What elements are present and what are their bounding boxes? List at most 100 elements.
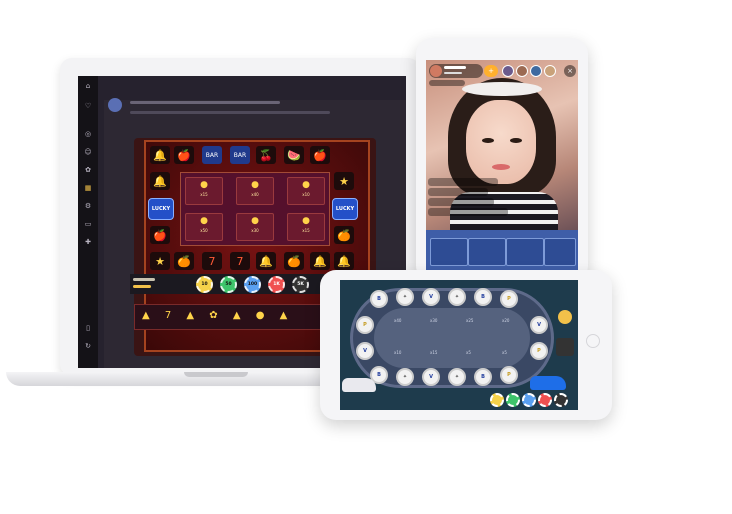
sidebar-item-monitor[interactable]: ▭	[78, 220, 98, 228]
sidebar-item-download[interactable]: ▯	[78, 324, 98, 332]
bell-icon: 🔔	[310, 252, 330, 270]
chip[interactable]	[554, 393, 568, 407]
car-logo-icon: B	[474, 288, 492, 306]
host-id	[444, 72, 462, 74]
bet-tile[interactable]	[506, 238, 544, 266]
balance-value	[133, 285, 151, 288]
sidebar-item-gamepad[interactable]: ✚	[78, 238, 98, 246]
chip[interactable]	[490, 393, 504, 407]
follow-button[interactable]: +	[484, 65, 498, 77]
car-logo-icon: P	[356, 316, 374, 334]
sidebar-item-refresh[interactable]: ↻	[78, 342, 98, 350]
chip-5k[interactable]: 5K	[292, 276, 309, 293]
sidebar-item-games[interactable]: ▦	[78, 184, 98, 192]
refresh-icon: ↻	[85, 342, 91, 350]
car-logo-icon: P	[500, 290, 518, 308]
balance-label	[133, 278, 155, 281]
chat-message	[428, 198, 494, 206]
person-icon: ☺	[84, 148, 92, 156]
car-logo-icon: ✦	[396, 288, 414, 306]
sidebar-item-favorite[interactable]: ♡	[78, 102, 98, 110]
watermelon-icon: 🍉	[284, 146, 304, 164]
bell-icon: 🔔	[334, 252, 354, 270]
home-button[interactable]	[586, 334, 600, 348]
chip-100[interactable]: 100	[244, 276, 261, 293]
bet-tile[interactable]	[430, 238, 468, 266]
bet-multiplier: x20	[502, 318, 510, 323]
settings-icon: ⚙	[84, 202, 92, 210]
bet-cell[interactable]: ● x15	[185, 177, 223, 205]
sidebar-item-gift[interactable]: ✿	[78, 166, 98, 174]
bar-icon: BAR	[230, 146, 250, 164]
sidebar-item-home[interactable]: ⌂	[78, 82, 98, 90]
monitor-icon: ▭	[84, 220, 92, 228]
avatar[interactable]	[108, 98, 122, 112]
chat-message	[428, 208, 508, 216]
bet-cell[interactable]: ● x10	[287, 177, 325, 205]
car-logo-icon: ✦	[448, 288, 466, 306]
bet-tile[interactable]	[544, 238, 576, 266]
chip-50[interactable]: 50	[220, 276, 237, 293]
sidebar-item-explore[interactable]: ◎	[78, 130, 98, 138]
laptop-notch	[184, 372, 248, 377]
viewer-avatar[interactable]	[544, 65, 556, 77]
car-logo-icon: B	[370, 290, 388, 308]
seven-icon: 7	[230, 252, 250, 270]
car-logo-icon: B	[474, 368, 492, 386]
car-logo-icon: P	[530, 342, 548, 360]
sidebar-item-profile[interactable]: ☺	[78, 148, 98, 156]
sports-car-white	[342, 378, 376, 392]
streamer-hairband	[462, 82, 542, 96]
chip[interactable]	[522, 393, 536, 407]
car-logo-icon: V	[422, 288, 440, 306]
coin-icon: ●	[302, 180, 310, 190]
viewer-avatar[interactable]	[516, 65, 528, 77]
coin-icon: ●	[200, 216, 208, 226]
bet-multiplier: x5	[502, 350, 507, 355]
bet-cell[interactable]: ● x40	[236, 177, 274, 205]
bet-multiplier: x15	[430, 350, 438, 355]
streamer-eye	[510, 138, 522, 143]
bet-multiplier: x30	[430, 318, 438, 323]
chip[interactable]	[538, 393, 552, 407]
sidebar-item-settings[interactable]: ⚙	[78, 202, 98, 210]
bet-cell[interactable]: ● x50	[185, 213, 223, 241]
bet-cell[interactable]: ● x30	[236, 213, 274, 241]
bet-cell[interactable]: ● x15	[287, 213, 325, 241]
bet-multiplier: x40	[394, 318, 402, 323]
bet-area	[374, 308, 530, 368]
bell-icon: 🔔	[150, 146, 170, 164]
sports-car-blue	[530, 376, 566, 390]
coin-icon: ●	[200, 180, 208, 190]
viewer-avatar[interactable]	[502, 65, 514, 77]
streamer-face	[466, 100, 536, 184]
compass-icon: ◎	[84, 130, 92, 138]
avatar[interactable]	[556, 338, 574, 356]
chip-10[interactable]: 10	[196, 276, 213, 293]
bar-icon: BAR	[202, 146, 222, 164]
coin-icon: ●	[251, 216, 259, 226]
star-icon: ★	[150, 252, 170, 270]
orange-icon: 🍊	[174, 252, 194, 270]
live-stream-screen: + ×	[426, 60, 578, 272]
streamer-lips	[492, 164, 510, 170]
apple-icon: 🍎	[310, 146, 330, 164]
chat-message	[428, 188, 488, 196]
home-icon: ⌂	[85, 82, 91, 90]
lucky-tile-left: LUCKY	[148, 198, 174, 220]
chip-1k[interactable]: 1K	[268, 276, 285, 293]
chat-message	[428, 178, 498, 186]
coin-balance	[429, 80, 465, 86]
chip[interactable]	[506, 393, 520, 407]
orange-icon: 🍊	[284, 252, 304, 270]
car-logo-icon: V	[530, 316, 548, 334]
close-icon[interactable]: ×	[564, 65, 576, 77]
viewer-avatar[interactable]	[530, 65, 542, 77]
bet-tile[interactable]	[468, 238, 506, 266]
lucky-tile-right: LUCKY	[332, 198, 358, 220]
coin-icon: ●	[302, 216, 310, 226]
bet-multiplier: x25	[466, 318, 474, 323]
host-name	[444, 66, 466, 69]
coin-icon: ●	[251, 180, 259, 190]
streamer-eye	[482, 138, 494, 143]
